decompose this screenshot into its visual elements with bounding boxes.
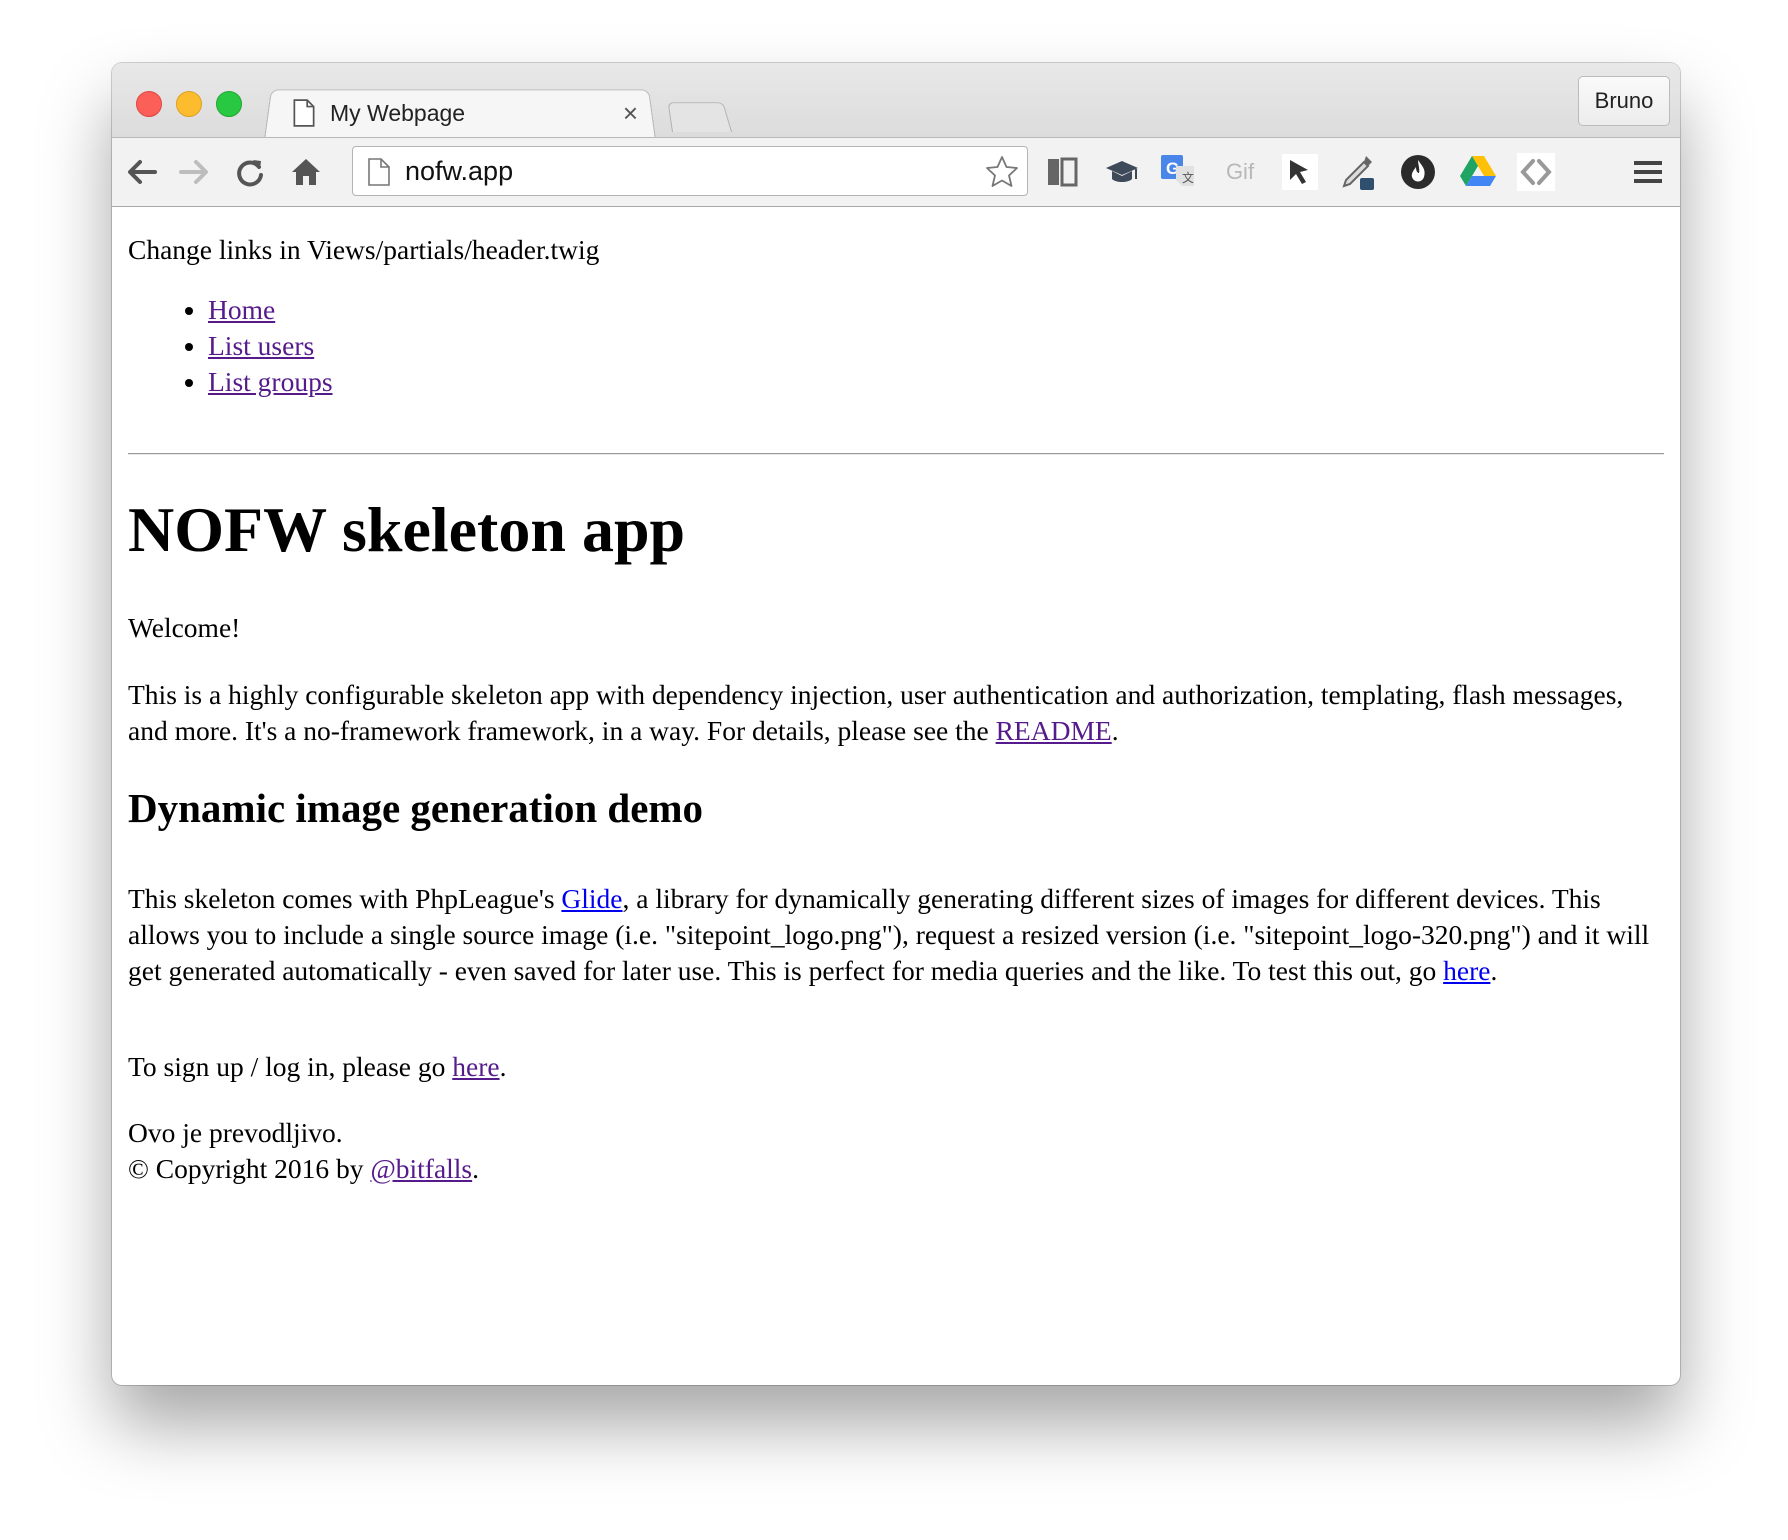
browser-window: My Webpage × Bruno nofw.app G 文 Gif Chan… — [112, 63, 1680, 1385]
address-bar[interactable]: nofw.app — [352, 146, 1028, 196]
forward-button[interactable] — [174, 152, 214, 192]
google-drive-icon[interactable] — [1458, 152, 1498, 192]
address-text[interactable]: nofw.app — [405, 156, 513, 187]
tab-strip: My Webpage × Bruno — [112, 63, 1680, 140]
mortarboard-icon[interactable] — [1102, 152, 1142, 192]
nav-item: Home — [208, 292, 333, 328]
back-button[interactable] — [122, 152, 162, 192]
page-title: NOFW skeleton app — [128, 494, 686, 565]
tab-title: My Webpage — [330, 99, 466, 126]
profile-button[interactable]: Bruno — [1578, 76, 1670, 126]
close-window-button[interactable] — [136, 91, 162, 117]
nav-link-list-users[interactable]: List users — [208, 330, 314, 361]
tab-close-icon[interactable]: × — [623, 98, 638, 129]
footer: Ovo je prevodljivo. © Copyright 2016 by … — [128, 1115, 479, 1187]
toolbar: nofw.app G文 Gif — [112, 137, 1680, 207]
nav-link-home[interactable]: Home — [208, 294, 275, 325]
reload-button[interactable] — [230, 152, 270, 192]
horizontal-rule — [128, 453, 1664, 455]
translatable-text: Ovo je prevodljivo. — [128, 1117, 343, 1148]
glide-link[interactable]: Glide — [561, 883, 622, 914]
home-button[interactable] — [286, 152, 326, 192]
cursor-icon[interactable] — [1280, 152, 1320, 192]
new-tab-button[interactable] — [667, 102, 732, 132]
glide-paragraph: This skeleton comes with PhpLeague's Gli… — [128, 883, 1650, 986]
readme-link[interactable]: README — [996, 715, 1112, 746]
code-icon[interactable] — [1516, 152, 1556, 192]
menu-icon[interactable] — [1628, 152, 1668, 192]
reader-icon[interactable] — [1042, 152, 1082, 192]
signup-link[interactable]: here — [452, 1051, 499, 1082]
section-title: Dynamic image generation demo — [128, 785, 704, 831]
nav-link-list-groups[interactable]: List groups — [208, 366, 333, 397]
minimize-window-button[interactable] — [176, 91, 202, 117]
arrow-right-icon — [179, 160, 208, 184]
tab-content[interactable]: My Webpage × — [290, 87, 650, 139]
welcome-text: Welcome! — [128, 612, 241, 643]
reload-icon — [237, 160, 263, 187]
page-icon — [293, 99, 315, 127]
eyedropper-icon[interactable] — [1338, 152, 1378, 192]
intro-paragraph: This is a highly configurable skeleton a… — [128, 679, 1624, 746]
signup-paragraph: To sign up / log in, please go here. — [128, 1051, 507, 1082]
image-demo-link[interactable]: here — [1443, 955, 1490, 986]
copyright: © Copyright 2016 by @bitfalls. — [128, 1153, 480, 1184]
nav-item: List groups — [208, 364, 333, 400]
header-note: Change links in Views/partials/header.tw… — [128, 234, 600, 265]
nav-item: List users — [208, 328, 333, 364]
gif-icon[interactable]: Gif — [1220, 152, 1260, 192]
svg-text:文: 文 — [1182, 170, 1194, 185]
google-translate-icon[interactable]: G文 — [1158, 152, 1198, 192]
nav-list: Home List users List groups — [128, 292, 333, 400]
page-icon — [368, 158, 390, 186]
bitfalls-link[interactable]: @bitfalls — [370, 1153, 472, 1184]
bookmark-star-icon[interactable] — [985, 155, 1019, 189]
flame-icon[interactable] — [1398, 152, 1438, 192]
zoom-window-button[interactable] — [216, 91, 242, 117]
home-icon — [292, 159, 320, 185]
arrow-left-icon — [128, 160, 157, 184]
